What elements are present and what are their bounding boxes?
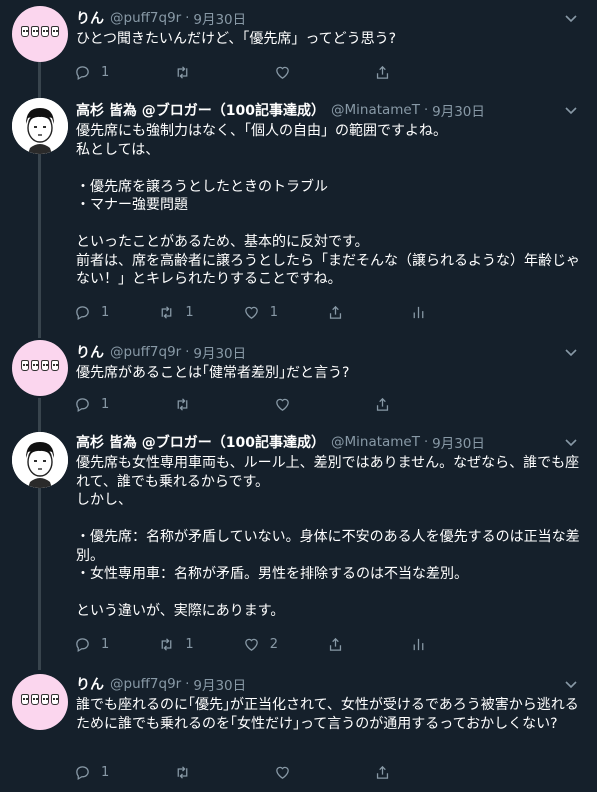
like-icon	[276, 398, 289, 411]
retweet-button[interactable]	[174, 62, 274, 82]
retweet-count: 1	[185, 636, 194, 652]
retweet-button[interactable]: 1	[158, 634, 242, 654]
avatar-illustration	[12, 432, 68, 488]
like-button[interactable]	[274, 394, 374, 414]
reply-button[interactable]: 1	[74, 762, 174, 782]
reply-icon	[76, 397, 89, 412]
tweet[interactable]: 高杉 皆為 @ブロガー（100記事達成） @MinatameT · 9月30日 …	[0, 92, 597, 332]
tweet-text: 優先席があることは｢健常者差別｣だと言う?	[76, 365, 350, 381]
handle[interactable]: @MinatameT	[331, 102, 420, 118]
display-name[interactable]: りん	[76, 8, 104, 28]
like-icon	[276, 766, 289, 779]
share-button[interactable]	[327, 302, 410, 322]
retweet-count: 1	[185, 304, 194, 320]
retweet-icon	[161, 637, 172, 651]
reply-icon	[76, 65, 89, 80]
retweet-button[interactable]	[174, 762, 274, 782]
separator: ·	[185, 10, 190, 26]
reply-button[interactable]: 1	[74, 394, 174, 414]
tweet[interactable]: 高杉 皆為 @ブロガー（100記事達成） @MinatameT · 9月30日 …	[0, 424, 597, 664]
display-name[interactable]: 高杉 皆為 @ブロガー（100記事達成）	[76, 432, 325, 452]
tweet-text: ひとつ聞きたいんだけど、「優先席」ってどう思う?	[76, 31, 397, 47]
retweet-icon	[161, 305, 172, 319]
share-icon	[376, 397, 389, 411]
avatar[interactable]	[12, 6, 68, 62]
tweet-text: 優先席にも強制力はなく、「個人の自由」の範囲ですよね。 私としては、 ・優先席を…	[76, 123, 580, 287]
chevron-down-icon[interactable]	[563, 10, 579, 26]
like-button[interactable]: 2	[243, 634, 327, 654]
share-button[interactable]	[374, 394, 472, 414]
retweet-icon	[177, 65, 188, 79]
timestamp[interactable]: 9月30日	[432, 432, 485, 452]
reply-button[interactable]: 1	[74, 302, 158, 322]
analytics-icon	[413, 306, 424, 318]
avatar-illustration	[12, 98, 68, 154]
like-count: 2	[269, 636, 278, 652]
reply-count: 1	[101, 636, 110, 652]
share-icon	[376, 765, 389, 779]
chevron-down-icon[interactable]	[563, 344, 579, 360]
like-icon	[276, 66, 289, 79]
timestamp[interactable]: 9月30日	[193, 8, 246, 28]
avatar[interactable]	[12, 432, 68, 488]
reply-count: 1	[101, 764, 110, 780]
like-button[interactable]	[274, 62, 374, 82]
analytics-icon	[413, 638, 424, 650]
reply-count: 1	[101, 396, 110, 412]
share-button[interactable]	[327, 634, 410, 654]
reply-button[interactable]: 1	[74, 62, 174, 82]
handle[interactable]: @puff7q9r	[110, 10, 181, 26]
display-name[interactable]: りん	[76, 674, 104, 694]
share-button[interactable]	[374, 762, 472, 782]
chevron-down-icon[interactable]	[563, 434, 579, 450]
chevron-down-icon[interactable]	[563, 676, 579, 692]
reply-icon	[76, 305, 89, 320]
separator: ·	[423, 102, 429, 118]
share-icon	[329, 305, 342, 319]
retweet-button[interactable]	[174, 394, 274, 414]
timestamp[interactable]: 9月30日	[193, 674, 246, 694]
handle[interactable]: @puff7q9r	[110, 344, 181, 360]
display-name[interactable]: りん	[76, 342, 104, 362]
separator: ·	[423, 434, 429, 450]
retweet-icon	[177, 765, 188, 779]
like-icon	[244, 306, 258, 319]
handle[interactable]: @MinatameT	[331, 434, 420, 450]
avatar[interactable]	[12, 98, 68, 154]
tweet-text: 誰でも座れるのに｢優先｣が正当化されて、女性が受けるであろう被害から逃れるために…	[76, 697, 579, 732]
tweet[interactable]: りん @puff7q9r · 9月30日 誰でも座れるのに｢優先｣が正当化されて…	[0, 664, 597, 792]
analytics-button[interactable]	[410, 302, 494, 322]
avatar[interactable]	[12, 340, 68, 396]
share-icon	[329, 637, 342, 651]
reply-icon	[76, 765, 89, 780]
retweet-button[interactable]: 1	[158, 302, 242, 322]
separator: ·	[185, 344, 190, 360]
reply-count: 1	[101, 304, 110, 320]
like-button[interactable]	[274, 762, 374, 782]
reply-count: 1	[101, 64, 110, 80]
like-button[interactable]: 1	[243, 302, 327, 322]
avatar[interactable]	[12, 674, 68, 730]
tweet-text: 優先席も女性専用車両も、ルール上、差別ではありません。なぜなら、誰でも座れて、誰…	[76, 455, 580, 619]
timestamp[interactable]: 9月30日	[432, 100, 485, 120]
separator: ·	[185, 676, 190, 692]
like-count: 1	[269, 304, 278, 320]
timestamp[interactable]: 9月30日	[193, 342, 246, 362]
chevron-down-icon[interactable]	[563, 102, 579, 118]
reply-icon	[76, 637, 89, 652]
share-button[interactable]	[374, 62, 472, 82]
tweet[interactable]: りん @puff7q9r · 9月30日 ひとつ聞きたいんだけど、「優先席」って…	[0, 0, 597, 92]
retweet-icon	[177, 397, 188, 411]
reply-button[interactable]: 1	[74, 634, 158, 654]
share-icon	[376, 65, 389, 79]
analytics-button[interactable]	[410, 634, 494, 654]
tweet[interactable]: りん @puff7q9r · 9月30日 優先席があることは｢健常者差別｣だと言…	[0, 332, 597, 424]
like-icon	[244, 638, 258, 651]
display-name[interactable]: 高杉 皆為 @ブロガー（100記事達成）	[76, 100, 325, 120]
handle[interactable]: @puff7q9r	[110, 676, 181, 692]
